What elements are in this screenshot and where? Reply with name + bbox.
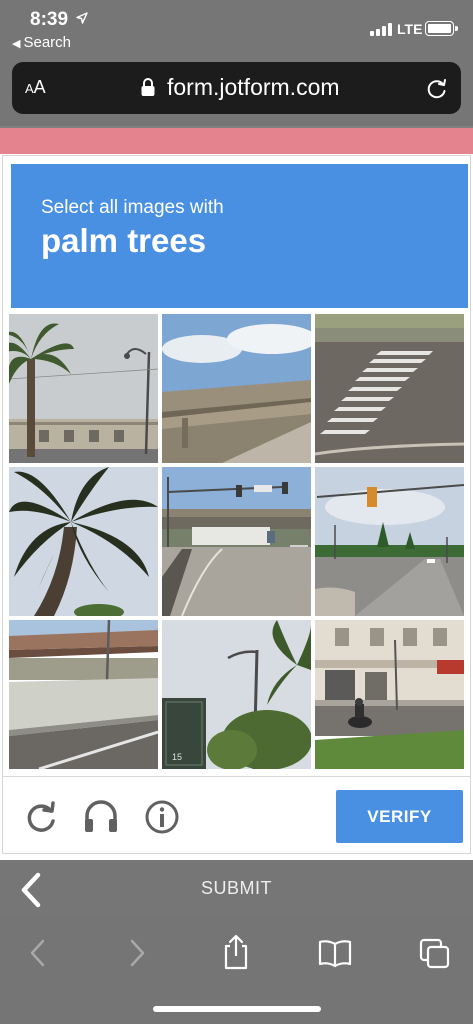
tile-image bbox=[162, 467, 311, 616]
tile-image bbox=[315, 467, 464, 616]
image-tile[interactable] bbox=[315, 467, 464, 616]
reload-page-icon[interactable] bbox=[426, 76, 448, 100]
challenge-header: Select all images with palm trees bbox=[11, 164, 468, 308]
tile-image bbox=[9, 620, 158, 769]
text-size-button[interactable]: AA bbox=[25, 77, 46, 98]
lock-icon bbox=[141, 78, 155, 96]
location-arrow-icon bbox=[76, 12, 88, 24]
back-triangle-icon: ◀ bbox=[12, 38, 21, 50]
bookmarks-icon[interactable] bbox=[318, 938, 352, 968]
forward-arrow-icon[interactable] bbox=[127, 936, 147, 970]
tile-image bbox=[162, 314, 311, 463]
tile-image bbox=[9, 467, 158, 616]
tile-image bbox=[315, 620, 464, 769]
back-app-label: Search bbox=[23, 34, 71, 51]
back-to-app-link[interactable]: ◀ Search bbox=[12, 34, 71, 51]
image-tile[interactable] bbox=[315, 620, 464, 769]
browser-chrome: AA form.jotform.com bbox=[0, 56, 473, 126]
submit-button[interactable]: SUBMIT bbox=[0, 878, 473, 899]
network-type: LTE bbox=[397, 21, 423, 37]
url-text: form.jotform.com bbox=[167, 74, 340, 100]
info-icon[interactable] bbox=[144, 799, 180, 835]
image-grid: 15 bbox=[9, 314, 468, 773]
challenge-prompt: Select all images with bbox=[41, 197, 224, 218]
challenge-controls: VERIFY bbox=[3, 776, 470, 854]
home-indicator[interactable] bbox=[153, 1006, 321, 1012]
image-tile[interactable]: 15 bbox=[162, 620, 311, 769]
battery-icon bbox=[425, 21, 458, 36]
tile-image: 15 bbox=[162, 620, 311, 769]
image-tile[interactable] bbox=[315, 314, 464, 463]
form-header-band bbox=[0, 128, 473, 154]
address-bar[interactable]: AA form.jotform.com bbox=[12, 62, 461, 114]
form-footer: SUBMIT bbox=[0, 860, 473, 918]
image-tile[interactable] bbox=[9, 314, 158, 463]
cellular-signal-icon bbox=[370, 23, 394, 36]
svg-text:15: 15 bbox=[172, 752, 182, 762]
tile-image bbox=[315, 314, 464, 463]
status-bar: 8:39 ◀ Search LTE bbox=[0, 0, 473, 56]
image-tile[interactable] bbox=[162, 467, 311, 616]
recaptcha-challenge: Select all images with palm trees 15 VER… bbox=[2, 155, 471, 854]
tabs-icon[interactable] bbox=[419, 938, 451, 970]
image-tile[interactable] bbox=[162, 314, 311, 463]
back-arrow-icon[interactable] bbox=[28, 936, 48, 970]
headphones-icon[interactable] bbox=[83, 799, 119, 835]
verify-button[interactable]: VERIFY bbox=[336, 790, 463, 843]
image-tile[interactable] bbox=[9, 620, 158, 769]
share-icon[interactable] bbox=[220, 934, 252, 970]
image-tile[interactable] bbox=[9, 467, 158, 616]
reload-icon[interactable] bbox=[23, 799, 59, 835]
tile-image bbox=[9, 314, 158, 463]
clock: 8:39 bbox=[30, 9, 69, 30]
challenge-target: palm trees bbox=[41, 222, 207, 259]
